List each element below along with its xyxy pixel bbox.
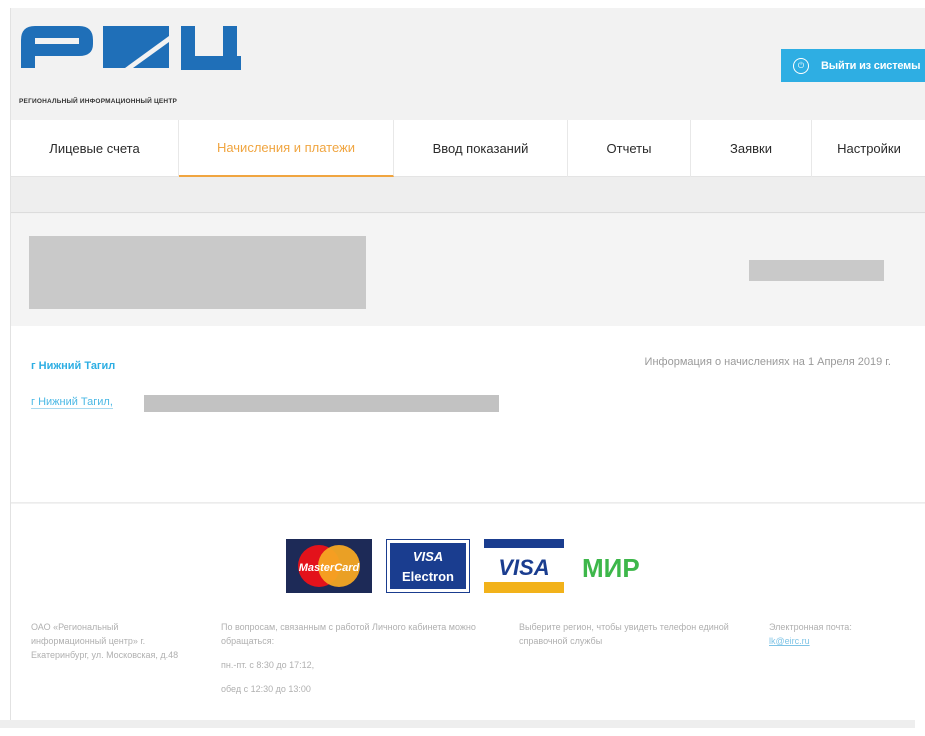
tab-requests[interactable]: Заявки — [691, 120, 812, 177]
tab-meter-readings[interactable]: Ввод показаний — [394, 120, 568, 177]
working-hours: пн.-пт. с 8:30 до 17:12, — [221, 660, 315, 670]
tab-accounts[interactable]: Лицевые счета — [11, 120, 179, 177]
logout-icon: ⏻ — [793, 57, 809, 74]
mir-logo: МИР — [582, 553, 640, 583]
footer: MasterCard VISA Electron VISA МИР ОАО «Р… — [11, 504, 925, 728]
city-title: г Нижний Тагил — [31, 360, 116, 372]
account-summary — [11, 214, 925, 326]
svg-text:Electron: Electron — [402, 569, 454, 584]
tab-reports[interactable]: Отчеты — [568, 120, 691, 177]
mir-text: МИР — [582, 553, 640, 583]
redacted-balance — [749, 260, 884, 281]
contact-info: По вопросам, связанным с работой Личного… — [221, 620, 501, 696]
rits-logo-mark — [21, 26, 241, 70]
main-nav-tabs: Лицевые счета Начисления и платежи Ввод … — [11, 120, 925, 177]
region-hint: Выберите регион, чтобы увидеть телефон е… — [519, 622, 729, 646]
mastercard-logo: MasterCard — [286, 538, 372, 593]
visa-logo: VISA — [484, 538, 564, 593]
company-info: ОАО «Региональный информационный центр» … — [31, 622, 179, 660]
redacted-account-info — [29, 236, 366, 309]
email-link[interactable]: lk@eirc.ru — [769, 634, 919, 648]
app-frame: РЕГИОНАЛЬНЫЙ ИНФОРМАЦИОННЫЙ ЦЕНТР ⏻ Выйт… — [10, 8, 925, 728]
mastercard-text: MasterCard — [299, 562, 360, 574]
visa-text: VISA — [498, 555, 549, 580]
page: РЕГИОНАЛЬНЫЙ ИНФОРМАЦИОННЫЙ ЦЕНТР ⏻ Выйт… — [0, 0, 925, 736]
address-link[interactable]: г Нижний Тагил, — [31, 396, 113, 409]
sub-toolbar — [11, 177, 925, 213]
charges-date-info: Информация о начислениях на 1 Апреля 201… — [644, 356, 891, 368]
logo-tagline: РЕГИОНАЛЬНЫЙ ИНФОРМАЦИОННЫЙ ЦЕНТР — [19, 98, 178, 105]
lunch-hours: обед с 12:30 до 13:00 — [221, 684, 311, 694]
tab-settings[interactable]: Настройки — [812, 120, 925, 177]
visa-electron-logo: VISA Electron — [386, 538, 470, 593]
payment-logos: MasterCard VISA Electron VISA МИР — [286, 538, 682, 593]
logout-button[interactable]: ⏻ Выйти из системы — [781, 49, 925, 82]
email-label: Электронная почта: — [769, 622, 852, 632]
logo[interactable]: РЕГИОНАЛЬНЫЙ ИНФОРМАЦИОННЫЙ ЦЕНТР — [19, 24, 244, 105]
bottom-strip — [0, 720, 915, 728]
email-info: Электронная почта: lk@eirc.ru — [769, 620, 919, 648]
tab-charges-payments[interactable]: Начисления и платежи — [179, 120, 394, 177]
questions-text: По вопросам, связанным с работой Личного… — [221, 622, 476, 646]
charges-section: г Нижний Тагил Информация о начислениях … — [11, 326, 925, 503]
header: РЕГИОНАЛЬНЫЙ ИНФОРМАЦИОННЫЙ ЦЕНТР ⏻ Выйт… — [11, 8, 925, 120]
logout-label: Выйти из системы — [821, 59, 921, 72]
redacted-address — [144, 395, 499, 412]
svg-text:VISA: VISA — [413, 549, 443, 564]
